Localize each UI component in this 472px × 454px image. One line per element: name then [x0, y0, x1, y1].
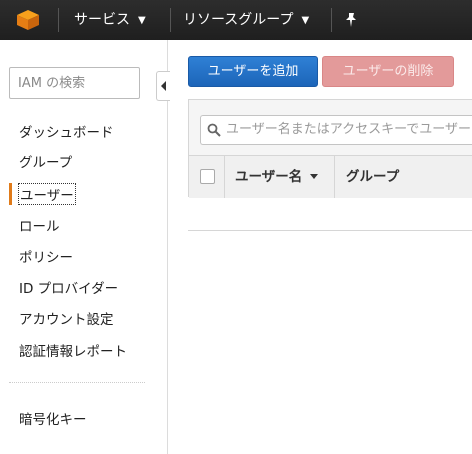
user-search-placeholder: ユーザー名またはアクセスキーでユーザーを検索	[226, 122, 472, 137]
resource-groups-menu[interactable]: リソースグループ ▼	[183, 0, 309, 40]
aws-cube-icon[interactable]	[16, 9, 40, 31]
column-divider	[334, 156, 335, 198]
users-table-panel: ユーザー名またはアクセスキーでユーザーを検索 ユーザー名 グループ	[188, 99, 472, 198]
sidebar-item-encryption-keys[interactable]: 暗号化キー	[19, 408, 87, 428]
sidebar-item-policies[interactable]: ポリシー	[19, 246, 73, 266]
delete-user-button[interactable]: ユーザーの削除	[322, 56, 454, 87]
sidebar-item-account-settings[interactable]: アカウント設定	[19, 308, 114, 328]
nav-divider	[58, 8, 59, 32]
sidebar-item-roles[interactable]: ロール	[19, 215, 60, 235]
sidebar-divider	[9, 382, 145, 383]
iam-search-input[interactable]	[9, 67, 140, 99]
chevron-down-icon: ▼	[301, 15, 310, 26]
sidebar-collapse-toggle[interactable]	[156, 71, 170, 101]
nav-divider	[170, 8, 171, 32]
sort-descending-icon	[310, 174, 319, 179]
select-all-checkbox[interactable]	[200, 169, 215, 184]
column-header-username[interactable]: ユーザー名	[235, 156, 319, 198]
user-search-input[interactable]: ユーザー名またはアクセスキーでユーザーを検索	[200, 115, 472, 145]
sidebar-item-users[interactable]: ユーザー	[18, 183, 76, 205]
nav-divider	[331, 8, 332, 32]
sidebar-item-groups[interactable]: グループ	[19, 151, 72, 171]
active-indicator	[9, 183, 12, 205]
sidebar-item-dashboard[interactable]: ダッシュボード	[19, 121, 114, 141]
table-header: ユーザー名 グループ	[189, 155, 472, 198]
sidebar-item-identity-providers[interactable]: ID プロバイダー	[19, 277, 118, 297]
pin-icon[interactable]	[343, 12, 359, 28]
top-navigation-bar: サービス ▼ リソースグループ ▼	[0, 0, 472, 40]
sidebar-item-credential-report[interactable]: 認証情報レポート	[19, 340, 127, 360]
chevron-left-icon	[161, 81, 166, 91]
resource-groups-label: リソースグループ	[183, 12, 294, 28]
search-icon	[207, 123, 221, 137]
column-header-username-label: ユーザー名	[235, 169, 303, 185]
column-header-groups[interactable]: グループ	[346, 156, 399, 198]
sidebar: ダッシュボード グループ ユーザー ロール ポリシー ID プロバイダー アカウ…	[0, 40, 168, 454]
table-bottom-border	[188, 230, 472, 231]
services-label: サービス	[74, 12, 130, 28]
column-divider	[224, 156, 225, 198]
chevron-down-icon: ▼	[138, 15, 146, 26]
services-menu[interactable]: サービス ▼	[74, 0, 146, 40]
add-user-button[interactable]: ユーザーを追加	[188, 56, 318, 87]
